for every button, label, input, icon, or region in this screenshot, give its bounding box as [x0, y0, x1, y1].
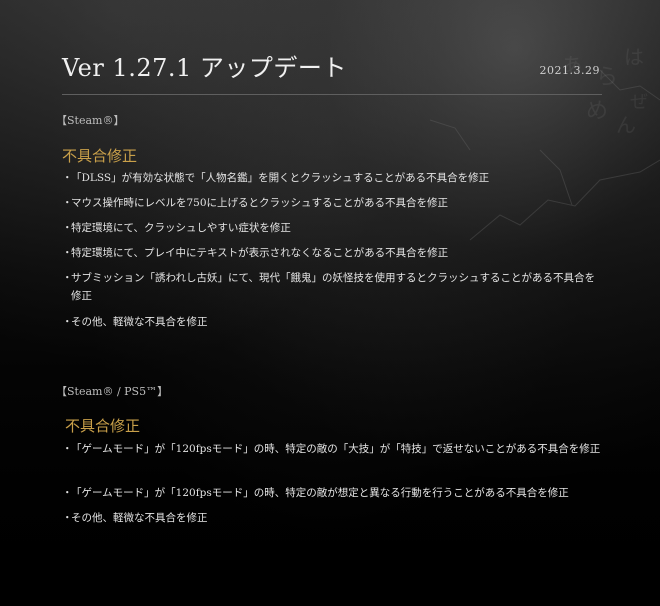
bullet-icon: ・ — [62, 443, 73, 455]
update-notes-page: ぁ ら は め ん ぜ Ver 1.27.1 アップデート 2021.3.29 … — [0, 0, 660, 606]
bullet-icon: ・ — [62, 316, 73, 328]
list-item: ・ 「ゲームモード」が「120fpsモード」の時、特定の敵が想定と異なる行動を行… — [62, 484, 602, 502]
bullet-icon: ・ — [62, 197, 73, 209]
list-item: ・ その他、軽微な不具合を修正 — [62, 313, 602, 331]
list-item: ・ 特定環境にて、プレイ中にテキストが表示されなくなることがある不具合を修正 — [62, 244, 602, 262]
platform-label: 【Steam®】 — [56, 114, 125, 127]
svg-text:め: め — [586, 99, 608, 124]
platform-label: 【Steam® / PS5™】 — [56, 385, 169, 398]
list-item: ・ 特定環境にて、クラッシュしやすい症状を修正 — [62, 219, 602, 237]
bullet-icon: ・ — [62, 247, 73, 259]
list-item: ・ その他、軽微な不具合を修正 — [62, 509, 602, 527]
svg-text:ん: ん — [616, 113, 636, 137]
list-item: ・ マウス操作時にレベルを750に上げるとクラッシュすることがある不具合を修正 — [62, 194, 602, 212]
svg-text:は: は — [624, 45, 644, 69]
section-heading: 不具合修正 — [65, 417, 141, 435]
release-date: 2021.3.29 — [539, 64, 600, 77]
page-title: Ver 1.27.1 アップデート — [62, 54, 347, 82]
bullet-icon: ・ — [62, 487, 73, 499]
bullet-icon: ・ — [62, 272, 73, 284]
list-item: ・ 「ゲームモード」が「120fpsモード」の時、特定の敵の「大技」が「特技」で… — [62, 440, 602, 458]
bullet-icon: ・ — [62, 222, 73, 234]
list-item: ・ 「DLSS」が有効な状態で「人物名鑑」を開くとクラッシュすることがある不具合… — [62, 169, 602, 187]
bullet-icon: ・ — [62, 172, 73, 184]
section-heading: 不具合修正 — [62, 147, 138, 165]
page-header: Ver 1.27.1 アップデート 2021.3.29 — [62, 48, 602, 95]
list-item: ・ サブミッション「誘われし古妖」にて、現代「餓鬼」の妖怪技を使用するとクラッシ… — [62, 269, 602, 305]
svg-text:ぜ: ぜ — [630, 92, 648, 113]
bullet-icon: ・ — [62, 512, 73, 524]
